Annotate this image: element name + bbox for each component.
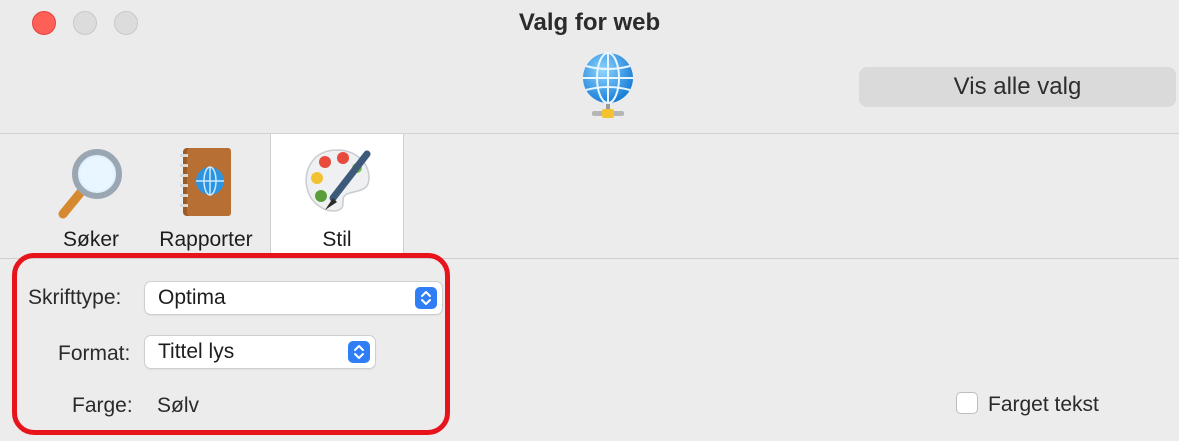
tab-style-label: Stil — [322, 228, 352, 251]
notebook-globe-icon — [180, 148, 231, 216]
colored-text-label[interactable]: Farget tekst — [988, 393, 1099, 417]
annotation-highlight-box — [12, 253, 450, 435]
tab-style[interactable]: Stil — [270, 134, 404, 258]
tab-search[interactable]: Søker — [36, 134, 146, 258]
preferences-window: Valg for web Vis alle valg Søker Rapport… — [0, 0, 1179, 441]
show-all-preferences-button[interactable]: Vis alle valg — [859, 67, 1176, 107]
preferences-tabs: Søker Rapporter Stil — [0, 134, 1179, 259]
magnifier-icon — [58, 149, 122, 219]
window-title: Valg for web — [518, 9, 661, 36]
tab-search-label: Søker — [62, 228, 119, 251]
palette-brush-icon — [305, 149, 371, 212]
colored-text-checkbox[interactable] — [956, 392, 978, 414]
globe-network-icon — [583, 52, 633, 118]
tab-reports-label: Rapporter — [159, 228, 253, 251]
tab-reports[interactable]: Rapporter — [146, 134, 266, 258]
title-toolbar: Valg for web Vis alle valg — [0, 0, 1179, 134]
